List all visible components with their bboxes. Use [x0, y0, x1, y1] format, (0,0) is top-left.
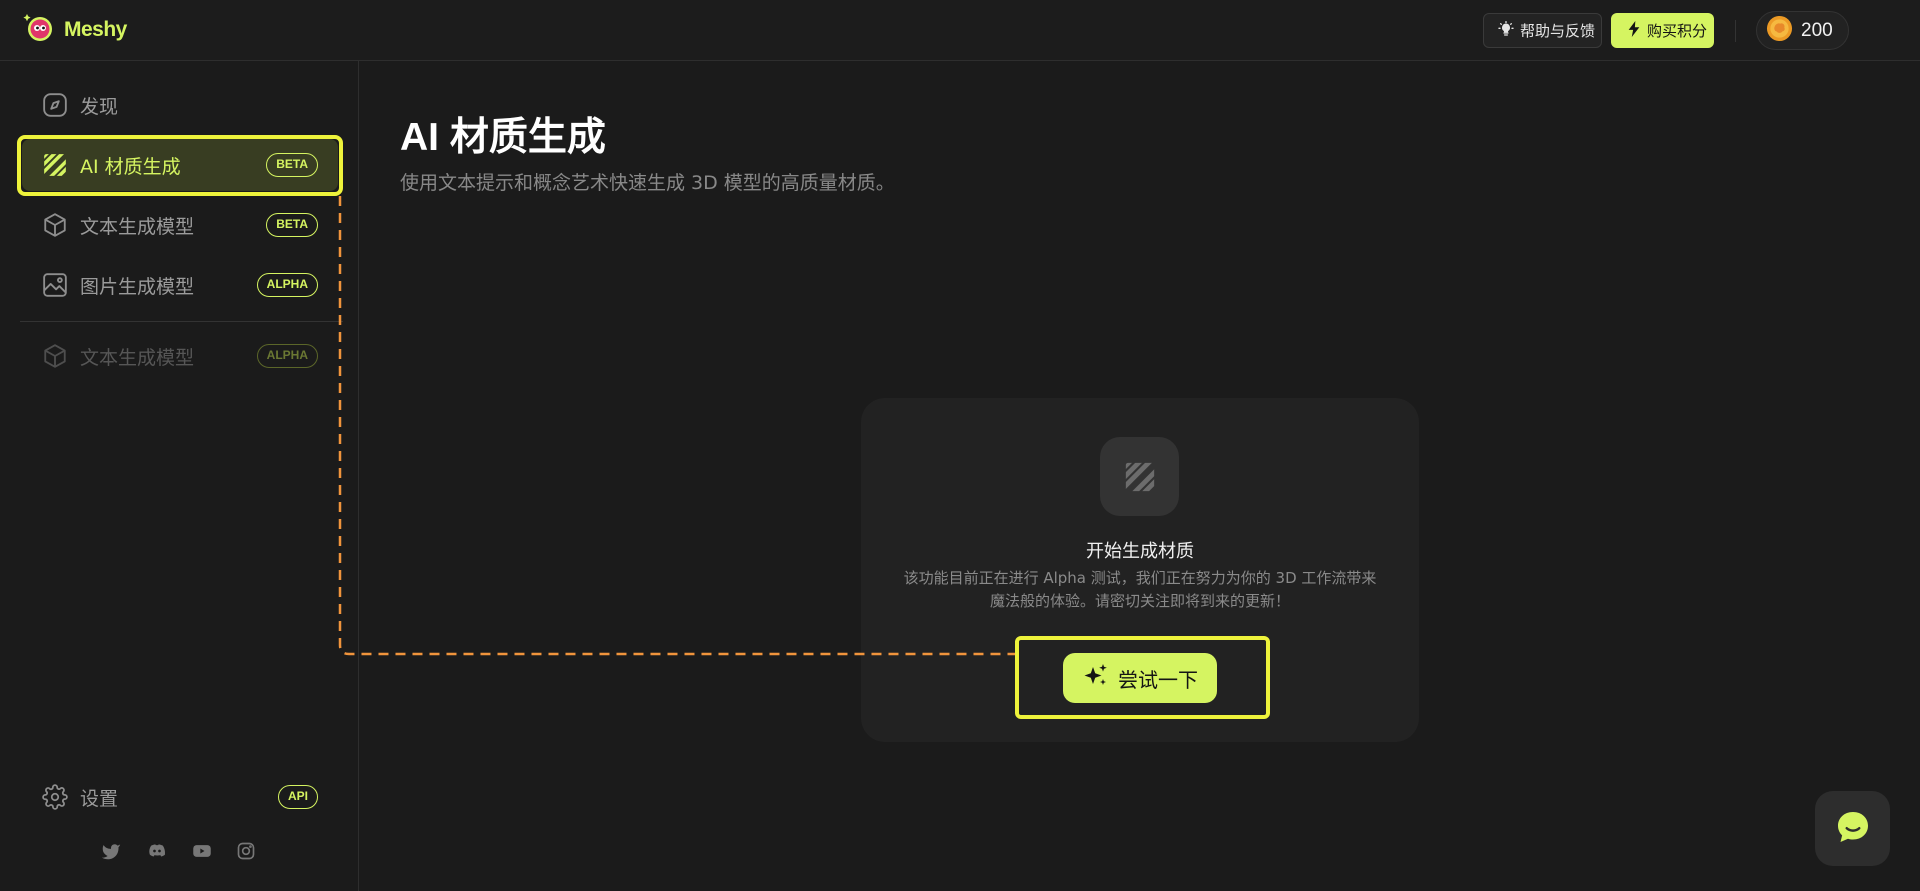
empty-state-heading: 开始生成材质 — [1086, 541, 1194, 562]
top-bar: Meshy 帮助与反馈 购买积分 200 — [0, 0, 1920, 61]
page-subtitle: 使用文本提示和概念艺术快速生成 3D 模型的高质量材质。 — [400, 172, 895, 194]
help-feedback-button[interactable]: 帮助与反馈 — [1483, 13, 1602, 48]
compass-icon — [42, 92, 68, 118]
sidebar-item-ai-texturing[interactable]: AI 材质生成 BETA — [22, 139, 338, 191]
header-divider — [1735, 20, 1736, 42]
chat-widget-button[interactable] — [1815, 791, 1890, 866]
page-title: AI 材质生成 — [400, 116, 606, 159]
alpha-badge: ALPHA — [256, 344, 318, 368]
sidebar-item-label: 文本生成模型 — [80, 346, 195, 369]
sidebar-item-label: AI 材质生成 — [80, 155, 181, 178]
image-icon — [42, 272, 68, 298]
sidebar-divider — [20, 321, 343, 322]
lightning-icon — [1627, 20, 1641, 41]
api-badge: API — [277, 785, 318, 809]
gear-icon — [42, 784, 68, 810]
credits-value: 200 — [1801, 19, 1833, 41]
help-feedback-label: 帮助与反馈 — [1520, 22, 1596, 40]
alpha-badge: ALPHA — [256, 273, 318, 297]
cube-icon — [42, 343, 68, 369]
sidebar: 发现 AI 材质生成 BETA 文本生成模型 BETA 图片生成模型 ALPHA… — [0, 61, 359, 891]
instagram-icon[interactable] — [236, 841, 256, 861]
credits-display[interactable]: 200 — [1756, 11, 1849, 50]
sidebar-item-label: 发现 — [80, 95, 119, 118]
sidebar-item-text-to-model[interactable]: 文本生成模型 BETA — [22, 199, 338, 251]
sidebar-item-label: 图片生成模型 — [80, 275, 195, 298]
beta-badge: BETA — [266, 153, 318, 177]
meshy-logo-icon — [22, 11, 56, 49]
coin-icon — [1766, 15, 1793, 46]
cube-icon — [42, 212, 68, 238]
buy-credits-label: 购买积分 — [1647, 22, 1708, 40]
chat-bubble-icon — [1833, 807, 1873, 851]
empty-state-description-line-1: 该功能目前正在进行 Alpha 测试，我们正在努力为你的 3D 工作流带来 — [903, 569, 1377, 587]
sidebar-item-label: 文本生成模型 — [80, 215, 195, 238]
empty-state-description-line-2: 魔法般的体验。请密切关注即将到来的更新！ — [989, 592, 1290, 610]
empty-state-card: 开始生成材质 该功能目前正在进行 Alpha 测试，我们正在努力为你的 3D 工… — [861, 398, 1419, 742]
logo-text: Meshy — [64, 18, 127, 41]
lightbulb-icon — [1498, 20, 1514, 41]
buy-credits-button[interactable]: 购买积分 — [1611, 13, 1714, 48]
try-it-label: 尝试一下 — [1118, 667, 1198, 692]
twitter-icon[interactable] — [101, 841, 121, 861]
sidebar-item-text-to-model-alpha[interactable]: 文本生成模型 ALPHA — [22, 330, 338, 382]
sparkles-icon — [1082, 662, 1110, 695]
sidebar-item-image-to-model[interactable]: 图片生成模型 ALPHA — [22, 259, 338, 311]
discord-icon[interactable] — [147, 841, 167, 861]
sidebar-item-discover[interactable]: 发现 — [22, 79, 338, 131]
beta-badge: BETA — [266, 213, 318, 237]
texture-stripes-icon — [42, 152, 68, 178]
try-it-button[interactable]: 尝试一下 — [1063, 653, 1217, 703]
texture-stripes-icon — [1100, 437, 1179, 516]
logo[interactable]: Meshy — [22, 12, 127, 48]
youtube-icon[interactable] — [192, 841, 212, 861]
sidebar-item-settings[interactable]: 设置 API — [22, 771, 338, 823]
sidebar-item-label: 设置 — [80, 787, 119, 810]
